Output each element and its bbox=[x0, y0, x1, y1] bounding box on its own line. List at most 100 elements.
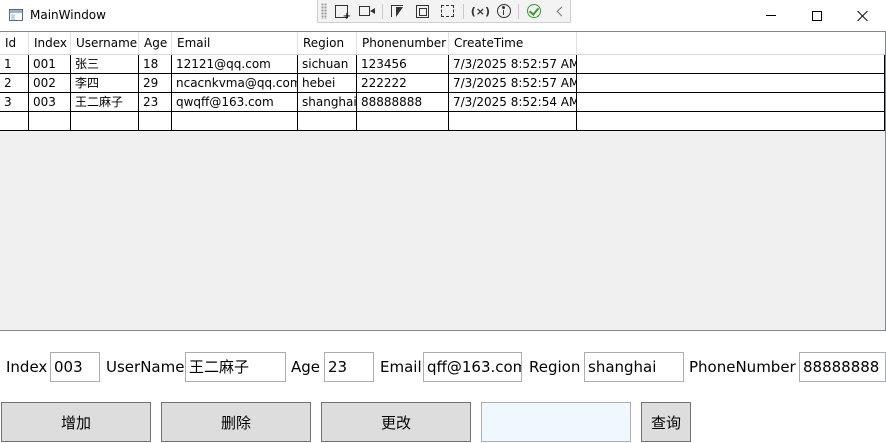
cell-username[interactable]: 张三 bbox=[71, 55, 139, 73]
column-header-createtime[interactable]: CreateTime bbox=[449, 32, 577, 54]
select-element-icon bbox=[335, 4, 351, 22]
table-row[interactable]: 1 001 张三 18 12121@qq.com sichuan 123456 … bbox=[0, 55, 885, 74]
edit-form: Index 003 UserName 王二麻子 Age 23 Email qff… bbox=[0, 352, 886, 382]
xaml-debug-toolbar: (×) bbox=[317, 0, 571, 23]
username-label: UserName bbox=[106, 358, 185, 376]
video-icon bbox=[359, 6, 371, 16]
pointer-icon bbox=[391, 5, 404, 17]
cell-age[interactable]: 18 bbox=[139, 55, 172, 73]
collapse-toolbar-button[interactable] bbox=[549, 2, 570, 21]
track-focus-button[interactable] bbox=[437, 2, 458, 21]
users-datagrid[interactable]: Id Index Username Age Email Region Phone… bbox=[0, 31, 886, 331]
cell-region[interactable]: sichuan bbox=[298, 55, 357, 73]
window-title: MainWindow bbox=[30, 8, 106, 22]
app-window-icon bbox=[9, 9, 23, 21]
close-icon bbox=[857, 10, 869, 22]
index-field[interactable]: 003 bbox=[50, 352, 100, 382]
frame-button[interactable] bbox=[412, 2, 433, 21]
cell-email[interactable]: qwqff@163.com bbox=[172, 93, 298, 111]
cell-id[interactable] bbox=[0, 112, 29, 130]
delete-button[interactable]: 删除 bbox=[161, 402, 311, 442]
phonenumber-label: PhoneNumber bbox=[689, 358, 796, 376]
cell-phonenumber[interactable]: 222222 bbox=[357, 74, 449, 92]
cell-id[interactable]: 3 bbox=[0, 93, 29, 111]
cell-createtime[interactable]: 7/3/2025 8:52:57 AM bbox=[449, 55, 577, 73]
pointer-button[interactable] bbox=[387, 2, 408, 21]
frame-icon bbox=[416, 4, 430, 18]
cell-filler bbox=[577, 74, 885, 92]
table-row[interactable]: 2 002 李四 29 ncacnkvma@qq.com hebei 22222… bbox=[0, 74, 885, 93]
cell-username[interactable] bbox=[71, 112, 139, 130]
cell-username[interactable]: 王二麻子 bbox=[71, 93, 139, 111]
title-bar: MainWindow (×) bbox=[0, 0, 886, 31]
maximize-button[interactable] bbox=[794, 0, 840, 31]
binding-button[interactable]: (×) bbox=[468, 2, 491, 21]
cell-phonenumber[interactable] bbox=[357, 112, 449, 130]
age-field[interactable]: 23 bbox=[324, 352, 374, 382]
cell-region[interactable]: shanghai bbox=[298, 93, 357, 111]
minimize-icon bbox=[766, 15, 776, 16]
column-header-age[interactable]: Age bbox=[139, 32, 172, 54]
check-icon bbox=[526, 4, 541, 18]
check-button[interactable] bbox=[523, 2, 544, 21]
region-label: Region bbox=[529, 358, 581, 376]
cell-createtime[interactable]: 7/3/2025 8:52:54 AM bbox=[449, 93, 577, 111]
username-field[interactable]: 王二麻子 bbox=[185, 352, 286, 382]
table-row[interactable]: 3 003 王二麻子 23 qwqff@163.com shanghai 888… bbox=[0, 93, 885, 112]
column-header-id[interactable]: Id bbox=[0, 32, 29, 54]
cell-age[interactable] bbox=[139, 112, 172, 130]
datagrid-table: Id Index Username Age Email Region Phone… bbox=[0, 32, 885, 131]
accessibility-icon bbox=[496, 4, 511, 18]
cell-region[interactable] bbox=[298, 112, 357, 130]
search-input[interactable] bbox=[481, 402, 631, 442]
add-button[interactable]: 增加 bbox=[1, 402, 151, 442]
cell-index[interactable]: 001 bbox=[29, 55, 71, 73]
cell-email[interactable]: 12121@qq.com bbox=[172, 55, 298, 73]
cell-username[interactable]: 李四 bbox=[71, 74, 139, 92]
cell-index[interactable] bbox=[29, 112, 71, 130]
cell-id[interactable]: 2 bbox=[0, 74, 29, 92]
maximize-icon bbox=[812, 10, 822, 21]
region-field[interactable]: shanghai bbox=[584, 352, 684, 382]
collapse-chevron-icon bbox=[556, 6, 567, 16]
cell-email[interactable]: ncacnkvma@qq.com bbox=[172, 74, 298, 92]
close-button[interactable] bbox=[840, 0, 886, 31]
cell-filler bbox=[577, 55, 885, 73]
cell-createtime[interactable]: 7/3/2025 8:52:57 AM bbox=[449, 74, 577, 92]
email-label: Email bbox=[380, 358, 422, 376]
column-header-region[interactable]: Region bbox=[298, 32, 357, 54]
cell-filler bbox=[577, 112, 885, 130]
column-header-index[interactable]: Index bbox=[29, 32, 71, 54]
email-field[interactable]: qff@163.com bbox=[423, 352, 522, 382]
query-button[interactable]: 查询 bbox=[641, 402, 691, 442]
new-item-row[interactable] bbox=[0, 112, 885, 131]
column-header-phonenumber[interactable]: Phonenumber bbox=[357, 32, 449, 54]
cell-age[interactable]: 23 bbox=[139, 93, 172, 111]
track-focus-icon bbox=[441, 5, 455, 17]
phonenumber-field[interactable]: 88888888 bbox=[799, 352, 886, 382]
cell-phonenumber[interactable]: 88888888 bbox=[357, 93, 449, 111]
cell-index[interactable]: 003 bbox=[29, 93, 71, 111]
cell-index[interactable]: 002 bbox=[29, 74, 71, 92]
column-header-username[interactable]: Username bbox=[71, 32, 139, 54]
toolbar-separator bbox=[518, 3, 520, 19]
video-button[interactable] bbox=[356, 2, 377, 21]
accessibility-button[interactable] bbox=[493, 2, 514, 21]
column-header-filler bbox=[577, 32, 885, 54]
index-label: Index bbox=[6, 358, 48, 376]
binding-icon: (×) bbox=[470, 4, 491, 18]
cell-region[interactable]: hebei bbox=[298, 74, 357, 92]
toolbar-grip-icon[interactable] bbox=[321, 3, 327, 19]
cell-phonenumber[interactable]: 123456 bbox=[357, 55, 449, 73]
cell-age[interactable]: 29 bbox=[139, 74, 172, 92]
toolbar-separator bbox=[462, 3, 464, 19]
cell-email[interactable] bbox=[172, 112, 298, 130]
cell-id[interactable]: 1 bbox=[0, 55, 29, 73]
datagrid-header-row: Id Index Username Age Email Region Phone… bbox=[0, 32, 885, 55]
age-label: Age bbox=[291, 358, 321, 376]
cell-createtime[interactable] bbox=[449, 112, 577, 130]
column-header-email[interactable]: Email bbox=[172, 32, 298, 54]
minimize-button[interactable] bbox=[748, 0, 794, 31]
update-button[interactable]: 更改 bbox=[321, 402, 471, 442]
select-element-button[interactable] bbox=[331, 2, 352, 22]
